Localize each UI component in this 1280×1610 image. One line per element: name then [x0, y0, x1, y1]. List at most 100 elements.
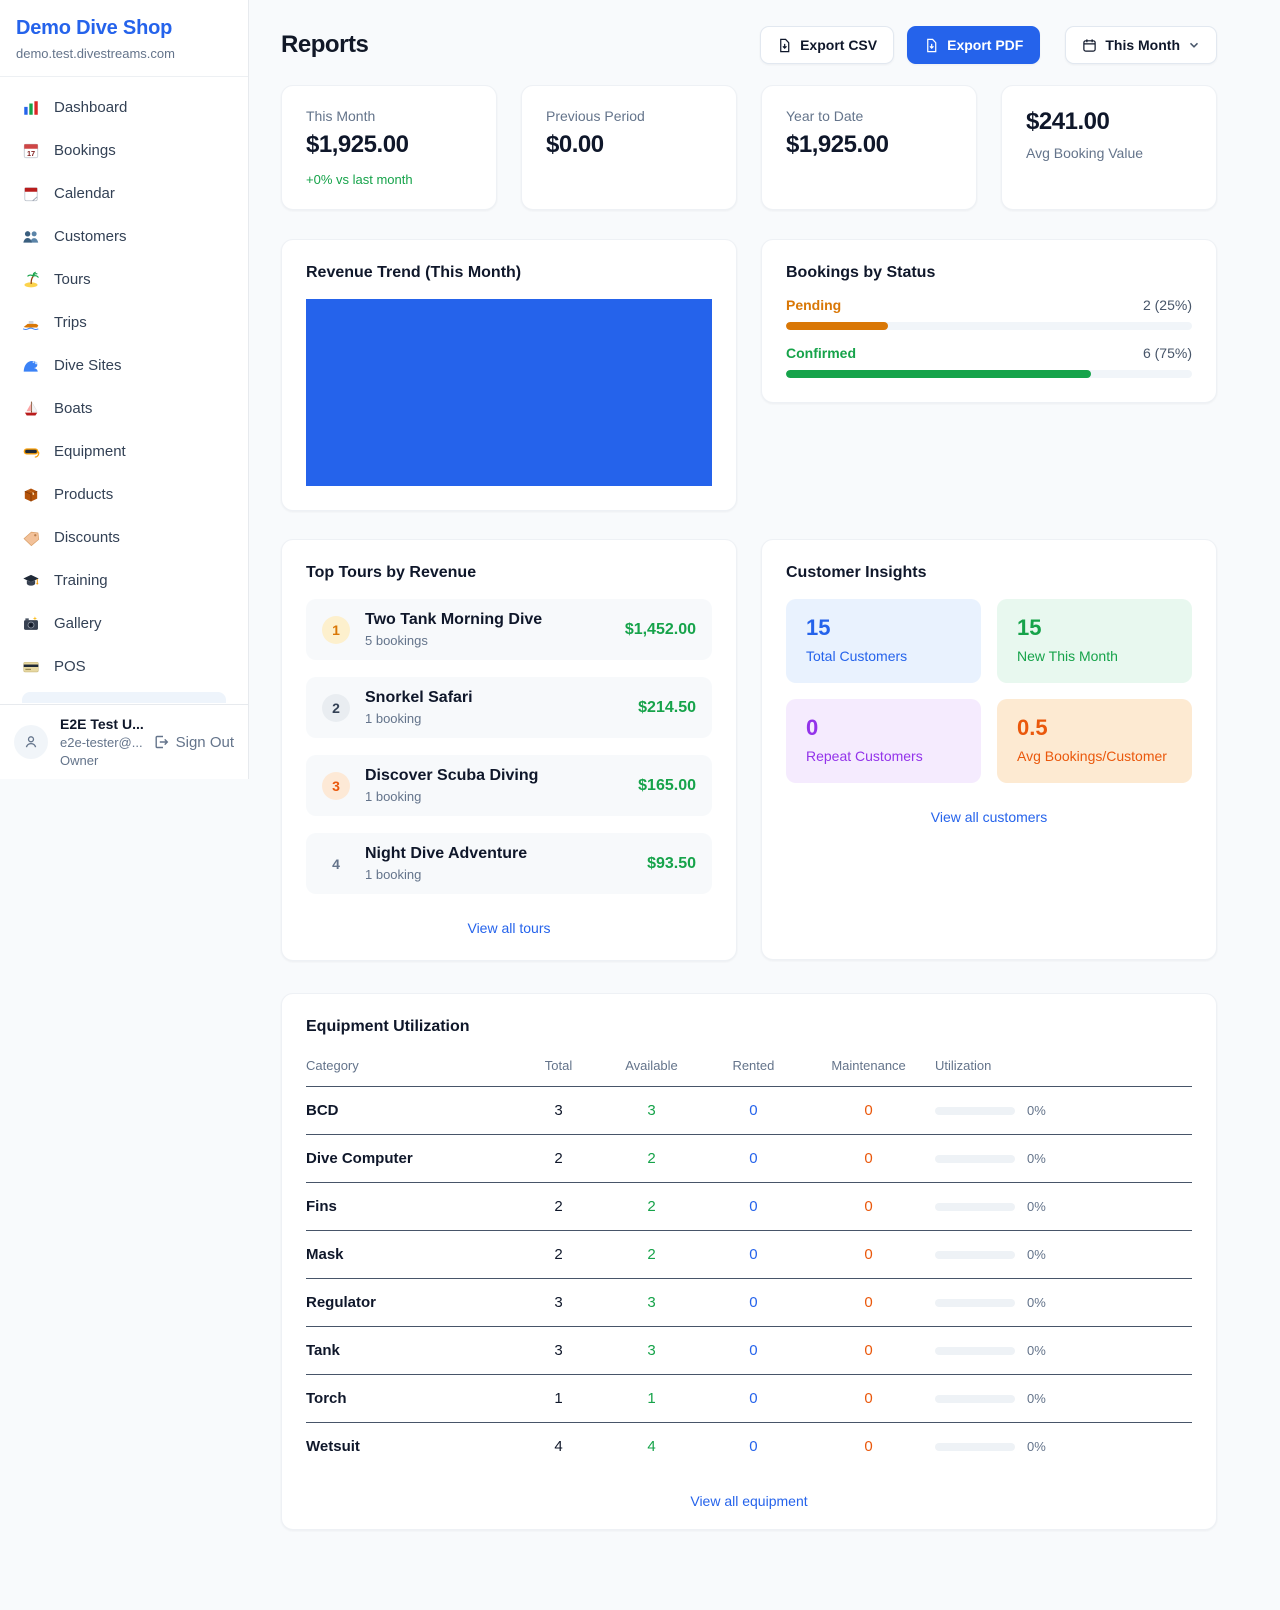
package-icon [22, 486, 40, 504]
cell-category: Torch [306, 1375, 519, 1423]
stat-label: Previous Period [546, 108, 712, 124]
charts-row: Revenue Trend (This Month) Bookings by S… [281, 239, 1217, 511]
cell-maintenance: 0 [802, 1279, 935, 1327]
sidebar-item-training[interactable]: Training [12, 563, 236, 599]
cell-rented: 0 [705, 1135, 802, 1183]
lists-row: Top Tours by Revenue 1 Two Tank Morning … [281, 539, 1217, 961]
column-header: Utilization [935, 1050, 1192, 1087]
sidebar-item-label: Trips [54, 314, 87, 332]
progress-fill [786, 370, 1091, 378]
sidebar-item-label: Dashboard [54, 99, 127, 117]
sidebar-item-dashboard[interactable]: Dashboard [12, 90, 236, 126]
brand-name[interactable]: Demo Dive Shop [16, 17, 232, 40]
progress-track [786, 370, 1192, 378]
stat-label: Avg Booking Value [1026, 145, 1192, 161]
page-header: Reports Export CSV Export PDF This Month [281, 26, 1217, 64]
credit-card-icon [22, 658, 40, 676]
sidebar-item-trips[interactable]: Trips [12, 305, 236, 341]
cell-rented: 0 [705, 1423, 802, 1471]
sidebar-item-bookings[interactable]: 17 Bookings [12, 133, 236, 169]
cell-category: Tank [306, 1327, 519, 1375]
island-icon [22, 271, 40, 289]
cell-category: Fins [306, 1183, 519, 1231]
tag-icon [22, 529, 40, 547]
sidebar-item-label: Training [54, 572, 108, 590]
cell-available: 3 [598, 1087, 704, 1135]
avatar [14, 725, 48, 759]
column-header: Category [306, 1050, 519, 1087]
customer-insights-card: Customer Insights 15 Total Customers 15 … [761, 539, 1217, 960]
sidebar-item-label: Gallery [54, 615, 102, 633]
cell-maintenance: 0 [802, 1375, 935, 1423]
stat-card-previous-period: Previous Period $0.00 [521, 85, 737, 210]
cell-total: 4 [519, 1423, 599, 1471]
cell-maintenance: 0 [802, 1423, 935, 1471]
sidebar-item-products[interactable]: Products [12, 477, 236, 513]
cell-total: 3 [519, 1279, 599, 1327]
status-value: 6 (75%) [1143, 345, 1192, 361]
cell-category: BCD [306, 1087, 519, 1135]
brand-domain: demo.test.divestreams.com [16, 46, 232, 61]
sidebar-item-discounts[interactable]: Discounts [12, 520, 236, 556]
tour-amount: $165.00 [638, 777, 696, 795]
tour-amount: $214.50 [638, 699, 696, 717]
top-tours-title: Top Tours by Revenue [306, 564, 712, 582]
person-icon [23, 734, 39, 750]
file-download-icon [924, 38, 939, 53]
cell-rented: 0 [705, 1327, 802, 1375]
sidebar-item-calendar[interactable]: Calendar [12, 176, 236, 212]
view-all-customers-link[interactable]: View all customers [786, 809, 1192, 825]
sidebar: Demo Dive Shop demo.test.divestreams.com… [0, 0, 249, 779]
sidebar-item-label: Discounts [54, 529, 120, 547]
table-row: Wetsuit 4 4 0 0 0% [306, 1423, 1192, 1471]
cell-rented: 0 [705, 1087, 802, 1135]
tile-label: New This Month [1017, 648, 1172, 664]
sidebar-item-gallery[interactable]: Gallery [12, 606, 236, 642]
cell-available: 1 [598, 1375, 704, 1423]
view-all-tours-link[interactable]: View all tours [306, 920, 712, 936]
table-row: Tank 3 3 0 0 0% [306, 1327, 1192, 1375]
rank-badge: 3 [322, 772, 350, 800]
brand[interactable]: Demo Dive Shop demo.test.divestreams.com [0, 0, 248, 77]
rank-badge: 4 [322, 850, 350, 878]
tile-value: 0.5 [1017, 715, 1172, 741]
sidebar-item-customers[interactable]: Customers [12, 219, 236, 255]
cell-utilization: 0% [935, 1295, 1192, 1310]
sidebar-item-equipment[interactable]: Equipment [12, 434, 236, 470]
sign-out-button[interactable]: Sign Out [153, 734, 234, 751]
tear-calendar-icon [22, 185, 40, 203]
status-row-pending: Pending 2 (25%) [786, 297, 1192, 330]
tour-list-item: 3 Discover Scuba Diving 1 booking $165.0… [306, 755, 712, 816]
table-header-row: Category Total Available Rented Maintena… [306, 1050, 1192, 1087]
bookings-by-status-title: Bookings by Status [786, 264, 1192, 282]
rank-badge: 1 [322, 616, 350, 644]
speedboat-icon [22, 314, 40, 332]
sidebar-item-pos[interactable]: POS [12, 649, 236, 685]
sidebar-item-reports-partial[interactable] [22, 692, 226, 703]
table-row: Torch 1 1 0 0 0% [306, 1375, 1192, 1423]
stat-card-this-month: This Month $1,925.00 +0% vs last month [281, 85, 497, 210]
column-header: Maintenance [802, 1050, 935, 1087]
bar-chart-icon [22, 99, 40, 117]
sidebar-item-dive-sites[interactable]: Dive Sites [12, 348, 236, 384]
cell-maintenance: 0 [802, 1087, 935, 1135]
sidebar-item-label: Products [54, 486, 113, 504]
period-dropdown[interactable]: This Month [1065, 26, 1217, 64]
file-download-icon [777, 38, 792, 53]
cell-category: Wetsuit [306, 1423, 519, 1471]
export-pdf-button[interactable]: Export PDF [907, 26, 1040, 64]
tour-bookings: 1 booking [365, 867, 647, 882]
sidebar-item-label: Equipment [54, 443, 126, 461]
sidebar-item-boats[interactable]: Boats [12, 391, 236, 427]
cell-utilization: 0% [935, 1199, 1192, 1214]
view-all-equipment-link[interactable]: View all equipment [306, 1493, 1192, 1509]
top-tours-card: Top Tours by Revenue 1 Two Tank Morning … [281, 539, 737, 961]
cell-available: 4 [598, 1423, 704, 1471]
sidebar-item-tours[interactable]: Tours [12, 262, 236, 298]
cell-category: Dive Computer [306, 1135, 519, 1183]
export-csv-button[interactable]: Export CSV [760, 26, 894, 64]
tour-name: Night Dive Adventure [365, 845, 647, 863]
table-row: BCD 3 3 0 0 0% [306, 1087, 1192, 1135]
cell-total: 1 [519, 1375, 599, 1423]
status-label: Confirmed [786, 345, 856, 361]
